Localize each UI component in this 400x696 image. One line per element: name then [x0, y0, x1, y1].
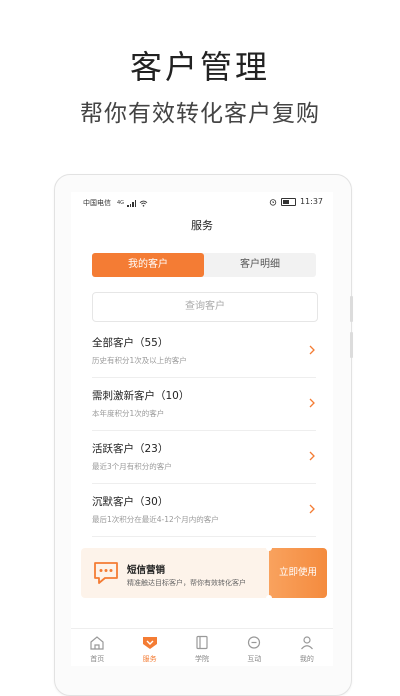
bottom-tab-bar: 首页 服务 学院 互动 我的: [71, 628, 333, 666]
wifi-icon: [139, 200, 148, 207]
app-screen: 中国电信 4G 11:37 服务 我的客户 客户明细 查询客户 全部客户（55）…: [71, 192, 333, 666]
tab-label: 互动: [247, 655, 262, 663]
hero-title: 客户管理: [129, 48, 270, 86]
alarm-icon: [269, 198, 277, 206]
group-title: 沉默客户（30）: [92, 496, 169, 508]
tab-customer-details[interactable]: 客户明细: [204, 253, 316, 277]
page-title: 服务: [191, 219, 213, 232]
banner-title: 短信营销: [127, 565, 166, 576]
search-input[interactable]: 查询客户: [92, 292, 318, 322]
group-description: 最后1次积分在最近4-12个月内的客户: [92, 515, 219, 524]
customer-group-list: 全部客户（55） 历史有积分1次及以上的客户 需刺激新客户（10） 本年度积分1…: [92, 325, 316, 537]
chevron-right-icon: [309, 398, 315, 408]
sms-marketing-banner[interactable]: 短信营销 精准触达目标客户，帮你有效转化客户 立即使用: [81, 548, 327, 598]
banner-description: 精准触达目标客户，帮你有效转化客户: [127, 579, 246, 587]
customer-group-all[interactable]: 全部客户（55） 历史有积分1次及以上的客户: [92, 325, 316, 378]
tab-label: 服务: [142, 655, 157, 663]
group-title: 活跃客户（23）: [92, 443, 169, 455]
group-description: 最近3个月有积分的客户: [92, 462, 172, 471]
tab-label: 首页: [90, 655, 105, 663]
group-description: 历史有积分1次及以上的客户: [92, 356, 187, 365]
tablet-side-button: [350, 296, 353, 322]
carrier-label: 中国电信: [83, 199, 111, 207]
tab-my-customers[interactable]: 我的客户: [92, 253, 204, 277]
book-icon: [196, 635, 208, 650]
chevron-right-icon: [309, 345, 315, 355]
hero-subtitle: 帮你有效转化客户复购: [80, 101, 320, 127]
group-description: 本年度积分1次的客户: [92, 409, 165, 418]
chat-icon: [248, 636, 261, 649]
network-label: 4G: [117, 200, 125, 206]
use-now-button[interactable]: 立即使用: [269, 548, 327, 598]
status-bar: 中国电信 4G 11:37: [71, 192, 333, 212]
chevron-right-icon: [309, 451, 315, 461]
service-icon: [142, 637, 157, 649]
segment-control: 我的客户 客户明细: [92, 253, 316, 277]
tab-academy[interactable]: 学院: [176, 629, 228, 666]
customer-group-active[interactable]: 活跃客户（23） 最近3个月有积分的客户: [92, 431, 316, 484]
customer-group-silent[interactable]: 沉默客户（30） 最后1次积分在最近4-12个月内的客户: [92, 484, 316, 537]
tab-label: 学院: [195, 655, 210, 663]
tablet-side-button: [350, 332, 353, 358]
battery-icon: [280, 197, 296, 206]
customer-group-to-stimulate[interactable]: 需刺激新客户（10） 本年度积分1次的客户: [92, 378, 316, 431]
banner-notch: [266, 595, 272, 598]
profile-icon: [300, 636, 313, 650]
chevron-right-icon: [309, 504, 315, 514]
clock-time: 11:37: [299, 197, 323, 206]
tab-service[interactable]: 服务: [123, 629, 175, 666]
tab-home[interactable]: 首页: [71, 629, 123, 666]
signal-icon: [127, 199, 137, 207]
tab-mine[interactable]: 我的: [281, 629, 333, 666]
group-title: 需刺激新客户（10）: [92, 390, 190, 402]
message-icon: [94, 562, 118, 584]
group-title: 全部客户（55）: [92, 337, 169, 349]
home-icon: [90, 636, 104, 650]
tab-interact[interactable]: 互动: [228, 629, 280, 666]
tab-label: 我的: [299, 655, 314, 663]
